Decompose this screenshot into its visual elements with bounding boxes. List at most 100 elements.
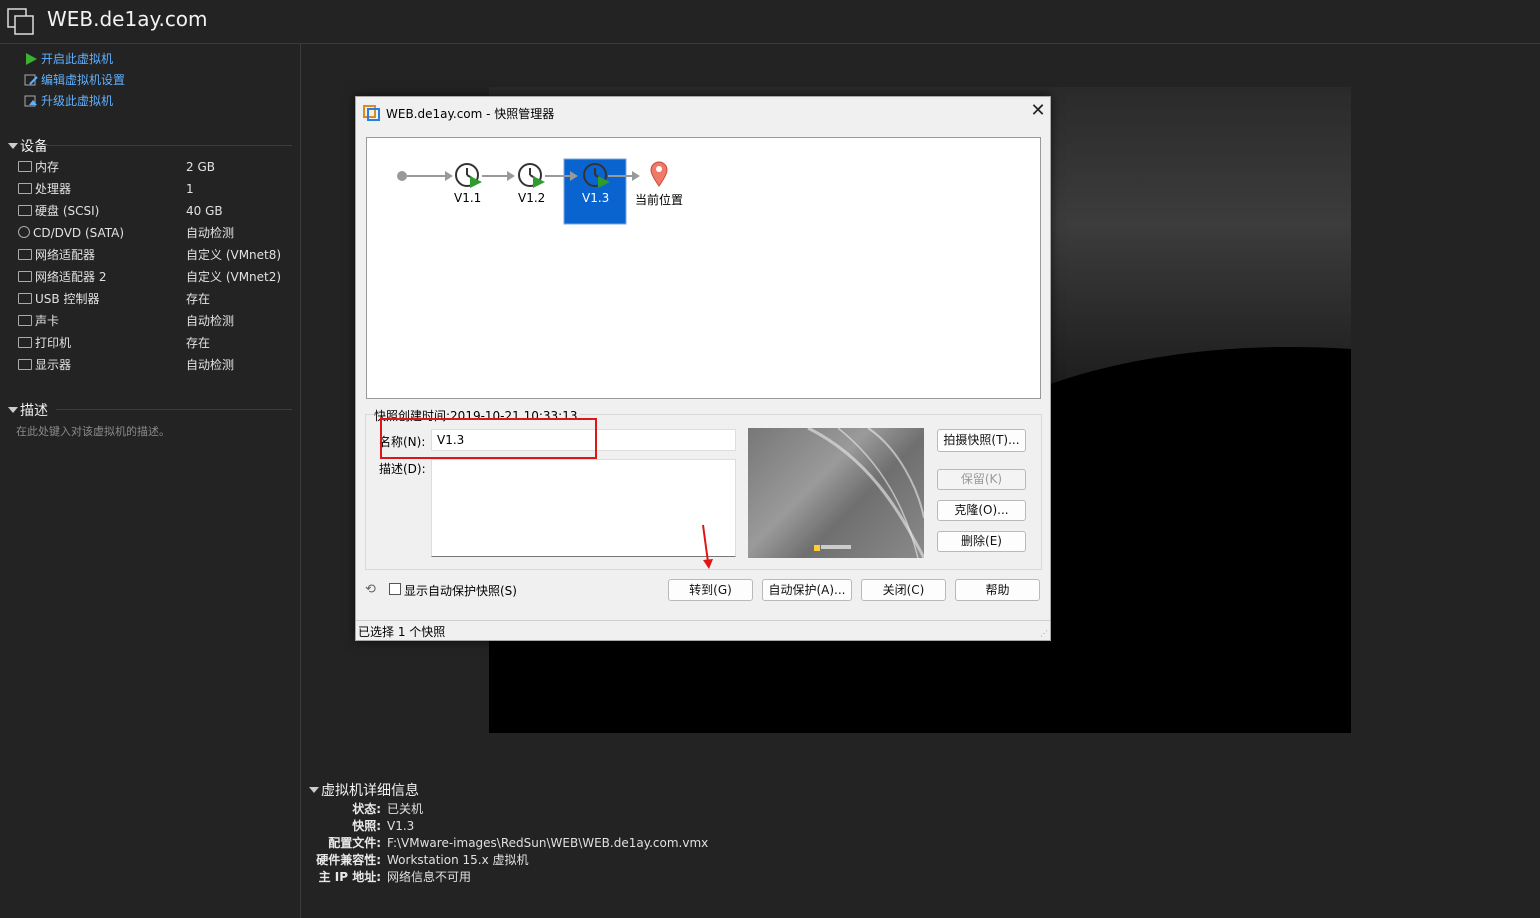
device-value: 1 [186,182,194,196]
detail-row-hardware-compat: 硬件兼容性: Workstation 15.x 虚拟机 [0,852,1540,869]
device-row-cpu[interactable]: 处理器 1 [18,178,298,200]
status-text: 已选择 1 个快照 [358,625,446,639]
vmware-icon [363,105,380,121]
device-value: 自定义 (VMnet2) [186,270,282,284]
delete-button[interactable]: 删除(E) [937,531,1026,552]
detail-label: 主 IP 地址: [318,870,381,884]
upgrade-vm-link[interactable]: 升级此虚拟机 [24,91,113,111]
dialog-close-button[interactable]: 关闭(C) [861,579,946,601]
current-location-label[interactable]: 当前位置 [635,191,683,208]
device-row-sound[interactable]: 声卡 自动检测 [18,310,298,332]
device-name: 声卡 [35,314,60,328]
device-value: 存在 [186,292,211,306]
devices-section-header[interactable]: 设备 [8,136,48,156]
network-adapter-icon [18,249,32,260]
snapshot-thumbnail-art [807,428,924,558]
snapshot-v1-3-label[interactable]: V1.3 [582,191,609,205]
device-row-hard-disk[interactable]: 硬盘 (SCSI) 40 GB [18,200,298,222]
close-icon[interactable]: ✕ [1028,100,1048,121]
divider [30,145,292,146]
snapshot-thumbnail [748,428,924,558]
device-name: 网络适配器 [35,248,96,262]
device-row-memory[interactable]: 内存 2 GB [18,156,298,178]
device-row-network-adapter[interactable]: 网络适配器 自定义 (VMnet8) [18,244,298,266]
device-row-printer[interactable]: 打印机 存在 [18,332,298,354]
detail-label: 状态: [352,802,381,816]
device-value: 40 GB [186,204,223,218]
device-name: 显示器 [35,358,72,372]
device-row-display[interactable]: 显示器 自动检测 [18,354,298,376]
device-row-cd-dvd[interactable]: CD/DVD (SATA) 自动检测 [18,222,298,244]
device-value: 自动检测 [186,314,235,328]
detail-row-config-file: 配置文件: F:\VMware-images\RedSun\WEB\WEB.de1… [0,835,1540,852]
detail-label: 硬件兼容性: [316,853,381,867]
show-auto-snapshots-checkbox[interactable] [389,583,401,595]
edit-settings-label: 编辑虚拟机设置 [41,73,126,87]
resize-grip-icon[interactable]: ⋰ [1040,629,1048,638]
detail-value: F:\VMware-images\RedSun\WEB\WEB.de1ay.co… [387,836,709,850]
description-placeholder[interactable]: 在此处键入对该虚拟机的描述。 [16,423,170,439]
snapshot-description-input[interactable] [431,459,736,557]
collapse-arrow-icon [309,787,319,793]
edit-settings-icon [24,73,38,87]
upgrade-vm-label: 升级此虚拟机 [41,94,114,108]
detail-row-primary-ip: 主 IP 地址: 网络信息不可用 [0,869,1540,886]
detail-value: V1.3 [387,819,415,833]
clone-button[interactable]: 克隆(O)... [937,500,1026,521]
snapshot-v1-1-label[interactable]: V1.1 [454,191,481,205]
detail-value: Workstation 15.x 虚拟机 [387,853,529,867]
snapshot-v1-2-label[interactable]: V1.2 [518,191,545,205]
title-bar: WEB.de1ay.com [0,0,1540,44]
device-value: 自定义 (VMnet8) [186,248,282,262]
take-snapshot-button[interactable]: 拍摄快照(T)... [937,429,1026,452]
power-on-label: 开启此虚拟机 [41,52,114,66]
detail-row-snapshot: 快照: V1.3 [0,818,1540,835]
history-icon: ⟲ [365,582,376,597]
dialog-title: WEB.de1ay.com - 快照管理器 [386,107,555,121]
description-header-label: 描述 [20,403,48,419]
upgrade-icon [24,94,38,108]
device-name: 处理器 [35,182,72,196]
sound-icon [18,315,32,326]
description-section-header[interactable]: 描述 [8,400,48,420]
edit-settings-link[interactable]: 编辑虚拟机设置 [24,70,125,90]
dialog-status-bar: 已选择 1 个快照 ⋰ [356,620,1050,641]
goto-button[interactable]: 转到(G) [668,579,753,601]
device-name: 网络适配器 2 [35,270,107,284]
device-row-network-adapter-2[interactable]: 网络适配器 2 自定义 (VMnet2) [18,266,298,288]
vm-details-header-label: 虚拟机详细信息 [321,783,419,799]
vm-icon [7,8,34,35]
device-name: CD/DVD (SATA) [33,226,125,240]
device-name: 内存 [35,160,60,174]
memory-icon [18,161,32,172]
device-row-usb[interactable]: USB 控制器 存在 [18,288,298,310]
device-name: 打印机 [35,336,72,350]
device-value: 自动检测 [186,358,235,372]
cd-dvd-icon [18,226,30,238]
divider [56,409,292,410]
name-highlight-annotation [380,418,597,459]
vm-details-section-header[interactable]: 虚拟机详细信息 [309,780,419,800]
detail-label: 配置文件: [328,836,381,850]
arrow-annotation-icon [702,524,713,569]
detail-label: 快照: [352,819,381,833]
device-value: 2 GB [186,160,215,174]
power-on-link[interactable]: 开启此虚拟机 [24,49,113,69]
detail-value: 已关机 [387,802,424,816]
display-icon [18,359,32,370]
collapse-arrow-icon [8,407,18,413]
devices-header-label: 设备 [20,139,48,155]
network-adapter-icon [18,271,32,282]
snapshot-tree[interactable]: V1.1 V1.2 V1.3 当前位置 [366,137,1041,399]
autoprotect-button[interactable]: 自动保护(A)... [762,579,852,601]
help-button[interactable]: 帮助 [955,579,1040,601]
show-auto-snapshots-label[interactable]: 显示自动保护快照(S) [404,582,517,599]
play-icon [24,52,38,66]
snapshot-clock-icon [455,163,482,188]
keep-button[interactable]: 保留(K) [937,469,1026,490]
device-name: 硬盘 (SCSI) [35,204,100,218]
detail-row-state: 状态: 已关机 [0,801,1540,818]
snapshot-clock-icon [518,163,545,188]
device-value: 自动检测 [186,226,235,240]
hard-disk-icon [18,205,32,216]
